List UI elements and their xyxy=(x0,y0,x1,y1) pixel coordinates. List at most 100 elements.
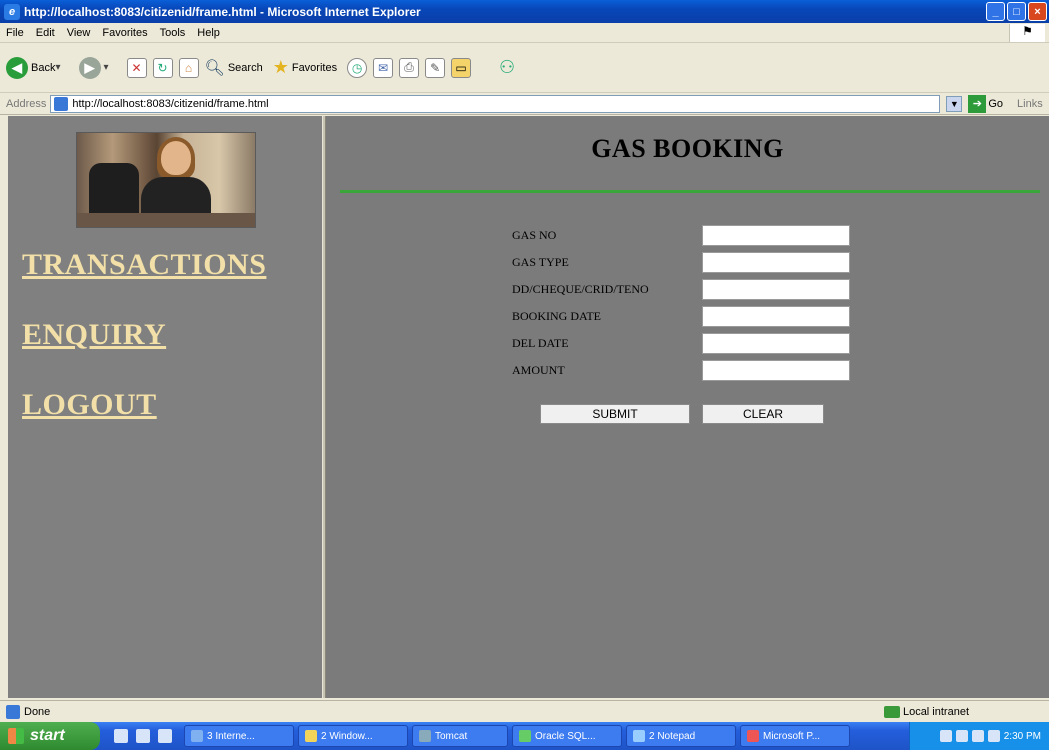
start-label: start xyxy=(30,727,65,744)
start-button[interactable]: start xyxy=(0,722,100,750)
menu-bar: File Edit View Favorites Tools Help ⚑ xyxy=(0,23,1049,43)
gas-type-field[interactable] xyxy=(702,251,850,273)
ie-icon: e xyxy=(4,3,20,20)
print-icon[interactable]: ⎙ xyxy=(399,57,420,78)
window-controls: _ □ × xyxy=(986,2,1047,21)
form-row-amount: AMOUNT xyxy=(512,359,850,381)
menu-tools[interactable]: Tools xyxy=(160,27,186,39)
page-title: GAS BOOKING xyxy=(591,134,784,163)
stop-icon[interactable]: ✕ xyxy=(126,57,147,78)
address-input[interactable]: http://localhost:8083/citizenid/frame.ht… xyxy=(50,94,941,113)
amount-field[interactable] xyxy=(702,359,850,381)
intranet-icon xyxy=(883,705,900,718)
minimize-icon[interactable]: _ xyxy=(986,2,1005,21)
transactions-link[interactable]: TRANSACTIONS xyxy=(22,248,266,282)
page-content: TRANSACTIONS ENQUIRY LOGOUT GAS BOOKING … xyxy=(8,116,1049,698)
del-date-label: DEL DATE xyxy=(512,335,569,350)
search-button[interactable]: 🔍︎ Search xyxy=(205,58,263,78)
address-dropdown-icon[interactable]: ▼ xyxy=(946,95,963,112)
status-text: Done xyxy=(24,705,51,718)
person-head-shape xyxy=(161,141,191,175)
home-icon[interactable]: ⌂ xyxy=(178,57,199,78)
ie-quick-icon[interactable] xyxy=(136,729,150,743)
links-label[interactable]: Links xyxy=(1017,98,1043,110)
back-arrow-icon: ◀ xyxy=(6,56,28,79)
profile-photo xyxy=(76,132,256,228)
search-icon: 🔍︎ xyxy=(204,59,225,77)
task-windows-explorer[interactable]: 2 Window... xyxy=(298,725,408,747)
security-icon[interactable] xyxy=(971,730,984,742)
messenger-tray-icon[interactable] xyxy=(987,730,1000,742)
task-oracle-sql[interactable]: Oracle SQL... xyxy=(512,725,622,747)
oracle-task-icon xyxy=(519,730,531,742)
go-button[interactable]: ➔ Go xyxy=(968,94,1004,113)
messenger-icon[interactable]: ⚇ xyxy=(497,57,517,78)
submit-button[interactable]: SUBMIT xyxy=(540,404,690,424)
folder-icon[interactable]: ▭ xyxy=(451,57,472,78)
clock[interactable]: 2:30 PM xyxy=(1004,731,1041,742)
right-frame: GAS BOOKING GAS NO GAS TYPE DD/CHEQUE/CR… xyxy=(326,116,1049,698)
history-icon[interactable]: ◷ xyxy=(347,57,368,78)
powerpoint-task-icon xyxy=(747,730,759,742)
mail-icon[interactable]: ✉ xyxy=(373,57,394,78)
browser-window: e http://localhost:8083/citizenid/frame.… xyxy=(0,0,1049,750)
back-button[interactable]: ◀ Back ▾ xyxy=(6,56,69,79)
forward-button[interactable]: ▶ ▾ xyxy=(78,56,117,79)
ie-task-icon xyxy=(191,730,203,742)
enquiry-link[interactable]: ENQUIRY xyxy=(22,318,166,352)
go-label: Go xyxy=(988,97,1004,110)
menu-favorites[interactable]: Favorites xyxy=(102,27,147,39)
menu-file[interactable]: File xyxy=(6,27,24,39)
edit-icon[interactable]: ✎ xyxy=(425,57,446,78)
page-done-icon xyxy=(6,704,20,719)
media-icon[interactable] xyxy=(158,729,172,743)
close-icon[interactable]: × xyxy=(1028,2,1047,21)
address-url[interactable]: http://localhost:8083/citizenid/frame.ht… xyxy=(72,98,268,110)
task-label: Tomcat xyxy=(435,730,468,742)
title-bar: e http://localhost:8083/citizenid/frame.… xyxy=(0,0,1049,23)
task-notepad[interactable]: 2 Notepad xyxy=(626,725,736,747)
task-label: 2 Notepad xyxy=(649,730,696,742)
volume-icon[interactable] xyxy=(955,730,968,742)
payment-no-field[interactable] xyxy=(702,278,850,300)
menu-help[interactable]: Help xyxy=(197,27,220,39)
title-divider xyxy=(340,190,1040,193)
favorites-button[interactable]: ★ Favorites xyxy=(273,57,337,78)
back-dropdown-icon[interactable]: ▾ xyxy=(55,62,60,73)
tomcat-task-icon xyxy=(419,730,431,742)
address-bar: Address http://localhost:8083/citizenid/… xyxy=(0,93,1049,115)
back-label: Back xyxy=(31,61,56,74)
page-icon xyxy=(54,96,69,111)
task-powerpoint[interactable]: Microsoft P... xyxy=(740,725,850,747)
maximize-icon[interactable]: □ xyxy=(1007,2,1026,21)
task-label: Oracle SQL... xyxy=(535,730,596,742)
windows-flag-icon xyxy=(8,728,24,744)
taskbar: start 3 Interne... 2 Window... Tomcat Or… xyxy=(0,722,1049,750)
menu-view[interactable]: View xyxy=(67,27,91,39)
favorites-star-icon: ★ xyxy=(272,57,289,77)
gas-type-label: GAS TYPE xyxy=(512,254,569,269)
menu-edit[interactable]: Edit xyxy=(36,27,55,39)
gas-no-label: GAS NO xyxy=(512,227,557,242)
refresh-icon[interactable]: ↻ xyxy=(152,57,173,78)
forward-dropdown-icon[interactable]: ▾ xyxy=(104,62,109,73)
form-row-gas-type: GAS TYPE xyxy=(512,251,850,273)
form-row-del-date: DEL DATE xyxy=(512,332,850,354)
task-internet-explorer[interactable]: 3 Interne... xyxy=(184,725,294,747)
search-label: Search xyxy=(227,61,263,74)
desktop-icon[interactable] xyxy=(114,729,128,743)
system-tray: 2:30 PM xyxy=(909,722,1049,750)
task-tomcat[interactable]: Tomcat xyxy=(412,725,508,747)
amount-label: AMOUNT xyxy=(512,362,565,377)
del-date-field[interactable] xyxy=(702,332,850,354)
task-label: 3 Interne... xyxy=(207,730,255,742)
favorites-label: Favorites xyxy=(291,61,338,74)
clear-button[interactable]: CLEAR xyxy=(702,404,824,424)
gas-no-field[interactable] xyxy=(702,224,850,246)
left-frame: TRANSACTIONS ENQUIRY LOGOUT xyxy=(8,116,322,698)
zone-label: Local intranet xyxy=(902,705,969,718)
network-icon[interactable] xyxy=(939,730,952,742)
status-bar: Done Local intranet xyxy=(0,700,1049,722)
logout-link[interactable]: LOGOUT xyxy=(22,388,157,422)
booking-date-field[interactable] xyxy=(702,305,850,327)
